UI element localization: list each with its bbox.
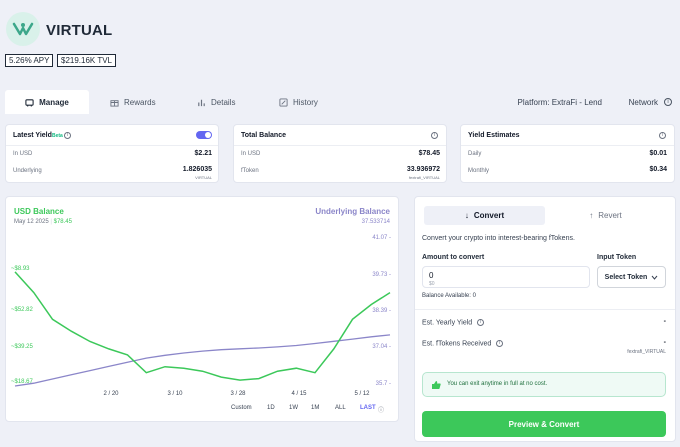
right-tick-label: 39.73 - <box>372 272 391 278</box>
row-value: 1.826035 <box>182 166 212 173</box>
tab-rewards[interactable]: Rewards <box>110 90 156 114</box>
tab-label: Details <box>211 97 236 107</box>
page-title: VIRTUAL <box>46 22 113 39</box>
row-label: Daily <box>468 151 482 157</box>
left-tick-label: ~$8.93 <box>11 266 30 272</box>
divider <box>6 145 218 146</box>
x-tick-label: 2 / 20 <box>103 391 119 397</box>
row-value: $0.34 <box>649 166 667 173</box>
range-button-all[interactable]: ALL <box>335 405 346 411</box>
info-icon[interactable]: i <box>664 98 672 106</box>
balance-chart[interactable]: ~$8.93 ~$52.82 ~$39.25 ~$18.67 41.07 - 39.73 … <box>5 196 399 422</box>
right-tick-label: 38.39 - <box>372 308 391 314</box>
info-icon[interactable]: ⓘ <box>378 405 384 414</box>
row-label: Monthly <box>468 168 490 174</box>
right-tick-label: 37.04 - <box>372 344 391 350</box>
convert-tab[interactable]: ↓ Convert <box>424 206 545 225</box>
range-button-last[interactable]: LAST <box>360 405 376 411</box>
range-button-custom[interactable]: Custom <box>231 405 252 411</box>
tab-details[interactable]: Details <box>197 90 235 114</box>
card-title: Yield Estimates <box>468 132 520 139</box>
range-button-1d[interactable]: 1D <box>267 405 275 411</box>
tab-label: Manage <box>39 97 69 107</box>
tab-manage[interactable]: Manage <box>5 90 89 114</box>
apy-badge: 5.26% APY <box>5 54 54 67</box>
tvl-badge: $219.16K TVL <box>57 54 117 67</box>
est-yield-label: Est. Yearly Yield <box>422 319 473 327</box>
tab-label: Rewards <box>124 97 156 107</box>
x-tick-label: 3 / 28 <box>230 391 246 397</box>
select-token-button[interactable]: Select Token <box>597 266 666 288</box>
amount-label: Amount to convert <box>422 254 485 261</box>
range-button-1m[interactable]: 1M <box>311 405 319 411</box>
select-token-label: Select Token <box>604 273 648 281</box>
amount-input[interactable]: 0 $0 <box>422 266 590 288</box>
divider <box>415 309 675 310</box>
manage-icon <box>25 98 34 107</box>
left-tick-label: ~$18.67 <box>11 379 34 385</box>
thumbs-up-icon <box>432 381 441 389</box>
row-sub: fextrafi_VIRTUAL <box>408 175 440 180</box>
info-icon[interactable]: i <box>431 132 438 139</box>
row-sub: VIRTUAL <box>195 175 212 180</box>
row-label: In USD <box>13 151 33 157</box>
platform-label: Platform: ExtraFi - Lend <box>517 98 602 107</box>
convert-tab-label: Convert <box>473 211 505 220</box>
row-label: fToken <box>241 168 259 174</box>
beta-badge: Beta <box>52 133 63 139</box>
balance-available: Balance Available: 0 <box>422 293 476 299</box>
edit-icon <box>279 97 288 107</box>
arrow-up-icon: ↑ <box>589 211 594 220</box>
row-label: In USD <box>241 151 261 157</box>
network-button[interactable]: Network <box>629 98 658 107</box>
tab-label: History <box>293 97 318 107</box>
revert-tab[interactable]: ↑ Revert <box>545 206 666 225</box>
info-icon[interactable]: i <box>477 319 485 326</box>
x-tick-label: 3 / 10 <box>167 391 183 397</box>
est-ftokens-value: - <box>663 339 666 346</box>
row-value: $0.01 <box>649 150 667 157</box>
revert-tab-label: Revert <box>598 211 622 220</box>
underlying-series-line <box>14 334 391 387</box>
left-tick-label: ~$52.82 <box>11 307 34 313</box>
info-icon[interactable]: i <box>64 132 71 139</box>
row-value: $78.45 <box>418 150 440 157</box>
x-tick-label: 5 / 12 <box>354 391 370 397</box>
card-title: Latest Yield <box>13 132 52 139</box>
est-yield-value: - <box>663 318 666 325</box>
input-token-label: Input Token <box>597 254 637 261</box>
card-title: Total Balance <box>241 132 286 139</box>
notice-text: You can exit anytime in full at no cost. <box>447 381 548 387</box>
arrow-down-icon: ↓ <box>464 211 469 220</box>
gift-icon <box>110 99 119 107</box>
row-value: $2.21 <box>194 150 212 157</box>
range-button-1w[interactable]: 1W <box>289 405 298 411</box>
chevron-down-icon <box>651 275 658 280</box>
divider <box>461 145 674 146</box>
virtual-logo-icon <box>6 12 40 46</box>
exit-notice: You can exit anytime in full at no cost. <box>422 372 666 397</box>
est-yield-row: Est. Yearly Yield i <box>422 319 485 327</box>
x-tick-label: 4 / 15 <box>291 391 307 397</box>
tab-history[interactable]: History <box>279 90 318 114</box>
right-tick-label: 41.07 - <box>372 235 391 241</box>
row-label: Underlying <box>13 168 42 174</box>
divider <box>234 145 446 146</box>
convert-description: Convert your crypto into interest-bearin… <box>422 235 575 242</box>
info-icon[interactable]: i <box>496 340 504 347</box>
preview-convert-button[interactable]: Preview & Convert <box>422 411 666 437</box>
est-ftokens-label: Est. fTokens Received <box>422 340 492 348</box>
amount-value: 0 <box>429 271 434 280</box>
left-tick-label: ~$39.25 <box>11 344 34 350</box>
usd-series-line <box>14 271 391 381</box>
right-tick-label: 35.7 - <box>376 381 391 387</box>
amount-usd: $0 <box>429 281 435 287</box>
yield-toggle[interactable] <box>196 131 212 139</box>
est-ftokens-row: Est. fTokens Received i <box>422 340 504 348</box>
info-icon[interactable]: i <box>659 132 666 139</box>
bar-chart-icon <box>198 99 205 106</box>
est-ftokens-sub: fextrafi_VIRTUAL <box>627 349 666 355</box>
row-value: 33.936972 <box>406 166 440 173</box>
